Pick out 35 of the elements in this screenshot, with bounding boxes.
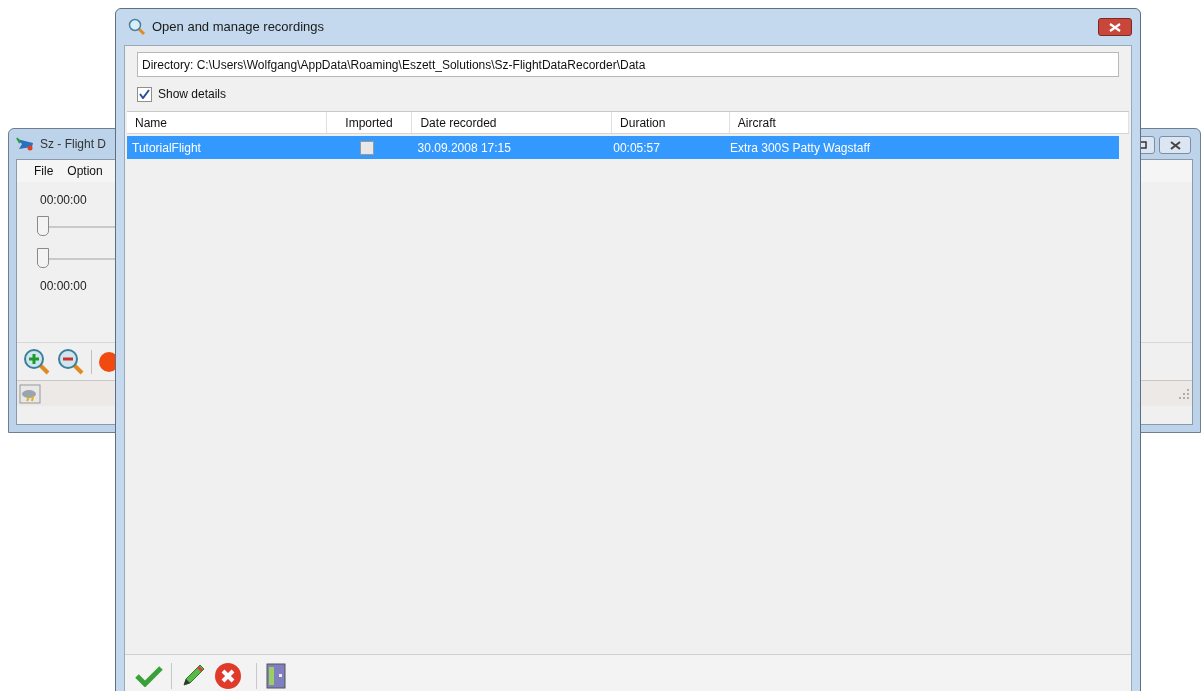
column-header[interactable]: Aircraft bbox=[729, 112, 1129, 133]
dialog-title: Open and manage recordings bbox=[152, 18, 324, 37]
pencil-icon[interactable] bbox=[180, 662, 206, 689]
check-icon bbox=[139, 89, 150, 99]
table-cell-text: 30.09.2008 17:15 bbox=[416, 139, 512, 157]
close-icon bbox=[1169, 140, 1181, 150]
search-icon bbox=[128, 18, 146, 36]
delete-icon[interactable] bbox=[214, 661, 242, 690]
slider-thumb[interactable] bbox=[37, 248, 49, 268]
column-header[interactable]: Imported bbox=[326, 112, 413, 133]
close-icon bbox=[1109, 22, 1121, 32]
column-header[interactable]: Date recorded bbox=[412, 112, 613, 133]
time-label: 00:00:00 bbox=[40, 280, 88, 292]
checkbox-label: Show details bbox=[158, 86, 227, 103]
plane-icon bbox=[16, 137, 34, 151]
zoom-in-icon[interactable] bbox=[23, 347, 51, 376]
close-button[interactable] bbox=[1098, 18, 1132, 36]
resize-grip-icon bbox=[1178, 387, 1190, 400]
table-cell-text: Extra 300S Patty Wagstaff bbox=[728, 139, 871, 157]
imported-checkbox[interactable] bbox=[360, 140, 375, 155]
directory-field[interactable]: Directory: C:\Users\Wolfgang\AppData\Roaming\Eszett_Solutions\Sz-FlightDataRecorder\Data bbox=[137, 52, 1119, 77]
menu-item[interactable]: Option bbox=[67, 162, 103, 180]
column-header[interactable]: Duration bbox=[612, 112, 730, 133]
slider-thumb[interactable] bbox=[37, 216, 49, 236]
show-details-checkbox[interactable] bbox=[137, 86, 152, 102]
checkmark-icon[interactable] bbox=[135, 664, 163, 687]
door-icon[interactable] bbox=[265, 661, 287, 690]
time-label: 00:00:00 bbox=[40, 194, 88, 206]
column-header[interactable]: Name bbox=[127, 112, 327, 133]
zoom-out-icon[interactable] bbox=[57, 347, 85, 376]
table-cell-text: TutorialFlight bbox=[131, 139, 202, 157]
menu-item[interactable]: File bbox=[34, 162, 54, 180]
window-title: Sz - Flight D bbox=[40, 136, 106, 153]
close-button[interactable] bbox=[1159, 136, 1191, 154]
table-cell-text: 00:05:57 bbox=[612, 139, 661, 157]
